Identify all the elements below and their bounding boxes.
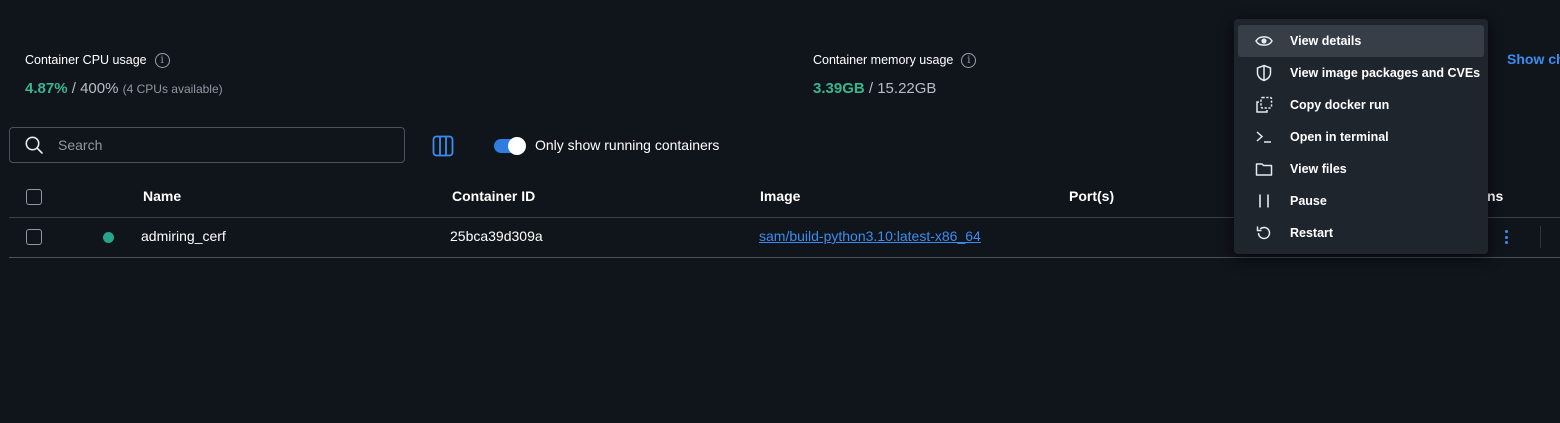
menu-item-view-files[interactable]: View files (1238, 153, 1484, 185)
row-divider (9, 257, 1560, 258)
cpu-usage-value: 4.87% (25, 80, 68, 97)
menu-item-label: Pause (1290, 194, 1327, 208)
toggle-knob (508, 137, 526, 155)
column-header-image[interactable]: Image (760, 188, 800, 204)
row-name[interactable]: admiring_cerf (141, 228, 226, 244)
column-header-actions: ns (1487, 188, 1504, 204)
select-all-checkbox[interactable] (26, 189, 42, 205)
menu-item-copy-docker-run[interactable]: Copy docker run (1238, 89, 1484, 121)
copy-icon (1254, 95, 1274, 115)
cpu-usage-title: Container CPU usage (25, 53, 147, 67)
container-context-menu: View details View image packages and CVE… (1234, 19, 1488, 254)
memory-total: 15.22GB (877, 80, 937, 97)
menu-item-label: View details (1290, 34, 1362, 48)
running-only-toggle[interactable] (494, 137, 526, 155)
pause-icon (1254, 191, 1274, 211)
search-icon (25, 136, 43, 154)
cpu-total: 400% (80, 80, 119, 97)
memory-separator: / (864, 80, 878, 97)
menu-item-pause[interactable]: Pause (1238, 185, 1484, 217)
column-header-container-id[interactable]: Container ID (452, 188, 535, 204)
menu-item-label: Restart (1290, 226, 1334, 240)
menu-item-label: Open in terminal (1290, 130, 1389, 144)
columns-icon[interactable] (432, 135, 454, 157)
menu-item-view-image-packages[interactable]: View image packages and CVEs (1238, 57, 1484, 89)
memory-usage-stat: Container memory usage i 3.39GB / 15.22G… (813, 52, 977, 97)
show-charts-link[interactable]: Show ch (1507, 51, 1560, 67)
cpu-separator: / (67, 80, 81, 97)
column-header-name[interactable]: Name (143, 188, 181, 204)
cpu-usage-stat: Container CPU usage i 4.87% / 400% (4 CP… (25, 52, 223, 97)
folder-icon (1254, 159, 1274, 179)
row-image-link[interactable]: sam/build-python3.10:latest-x86_64 (759, 228, 981, 244)
menu-item-label: View files (1290, 162, 1347, 176)
menu-item-restart[interactable]: Restart (1238, 217, 1484, 249)
memory-usage-value: 3.39GB (813, 80, 865, 97)
column-divider (1540, 226, 1541, 248)
memory-usage-title: Container memory usage (813, 53, 954, 67)
info-icon[interactable]: i (154, 52, 170, 68)
info-icon[interactable]: i (961, 52, 977, 68)
running-only-label: Only show running containers (535, 137, 720, 153)
row-checkbox[interactable] (26, 229, 42, 245)
cpu-note: (4 CPUs available) (122, 82, 223, 96)
menu-item-label: Copy docker run (1290, 98, 1390, 112)
column-header-ports[interactable]: Port(s) (1069, 188, 1114, 204)
search-box (9, 127, 405, 163)
terminal-icon (1254, 127, 1274, 147)
shield-icon (1254, 63, 1274, 83)
eye-icon (1254, 31, 1274, 51)
status-running-indicator (103, 232, 114, 243)
menu-item-label: View image packages and CVEs (1290, 66, 1481, 80)
menu-item-view-details[interactable]: View details (1238, 25, 1484, 57)
restart-icon (1254, 223, 1274, 243)
search-input[interactable] (56, 136, 380, 154)
row-container-id: 25bca39d309a (450, 228, 543, 244)
menu-item-open-in-terminal[interactable]: Open in terminal (1238, 121, 1484, 153)
more-actions-icon[interactable] (1499, 228, 1513, 246)
